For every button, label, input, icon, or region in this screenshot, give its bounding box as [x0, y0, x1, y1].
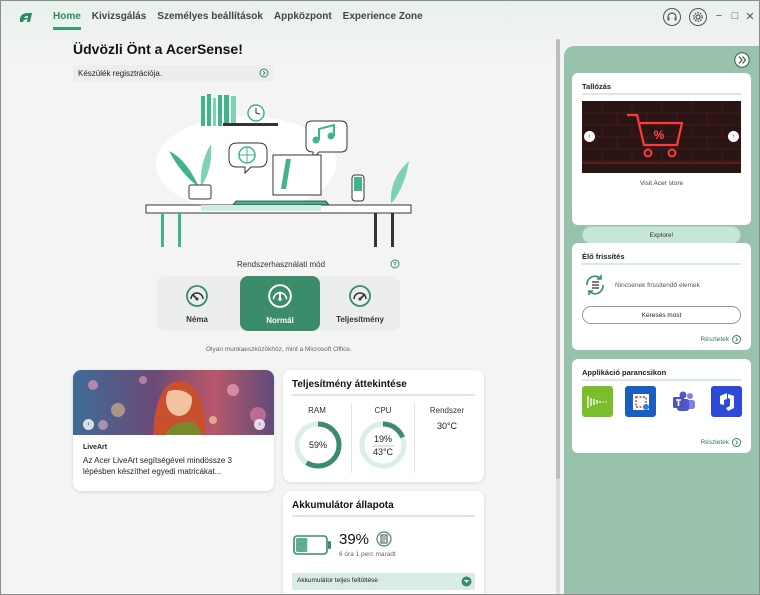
teams-icon[interactable]	[668, 386, 699, 417]
battery-status-card: Akkumulátor állapota 39% 6 óra 1 perc ma…	[283, 491, 484, 594]
details-label: Részletek	[700, 439, 729, 446]
main-scrollbar[interactable]	[556, 39, 560, 594]
mode-silent-button[interactable]: Néma	[157, 276, 237, 331]
workspace-illustration	[145, 94, 412, 247]
acer-store-banner[interactable]: %	[582, 101, 741, 173]
full-charge-label: Akkumulátor teljes feltöltése	[297, 577, 378, 584]
maximize-button[interactable]: □	[729, 10, 741, 22]
liveart-banner-image	[73, 370, 274, 435]
scrollbar-thumb[interactable]	[556, 39, 560, 479]
side-panel: Tallózás % ‹ › Visit Acer store Explore!…	[564, 46, 759, 594]
browse-title: Tallózás	[582, 82, 612, 91]
app-shortcuts-title: Applikáció parancsikon	[582, 368, 667, 377]
system-mode-selector: Néma Normál Teljesítmény	[157, 276, 400, 331]
battery-title: Akkumulátor állapota	[292, 500, 394, 511]
performance-overview-card: Teljesítmény áttekintése RAM CPU Rendsze…	[283, 370, 484, 482]
registration-label: Készülék regisztrációja.	[78, 69, 163, 78]
nav-home[interactable]: Home	[53, 11, 81, 30]
title-underline	[582, 93, 741, 95]
cpu-usage-value: 19%	[374, 434, 392, 444]
top-bar: Home Kivizsgálás Személyes beállítások A…	[1, 1, 759, 35]
chevron-down-icon[interactable]	[461, 576, 472, 587]
liveart-description: Az Acer LiveArt segítségével mindössze 3…	[83, 456, 232, 476]
close-button[interactable]: ✕	[744, 10, 756, 23]
liveart-card[interactable]: ‹ › LiveArt Az Acer LiveArt segítségével…	[73, 370, 274, 491]
title-underline	[582, 379, 741, 381]
title-underline	[582, 263, 741, 265]
banner-prev-button[interactable]: ‹	[584, 131, 595, 142]
battery-percent: 39%	[339, 531, 370, 548]
no-updates-text: Nincsenek frissítendő elemek	[615, 282, 700, 289]
mode-description: Olyan munkaeszközökhöz, mint a Microsoft…	[206, 346, 352, 353]
system-label: Rendszer	[429, 406, 465, 415]
gauge-mid-icon	[268, 283, 292, 308]
system-temp-value: 30°C	[436, 421, 458, 431]
ram-gauge: 59%	[294, 421, 342, 469]
device-registration-link[interactable]: Készülék regisztrációja.	[73, 65, 273, 82]
full-charge-bar[interactable]: Akkumulátor teljes feltöltése	[292, 573, 475, 590]
details-link[interactable]: Részletek	[700, 438, 741, 447]
mode-label: Teljesítmény	[336, 314, 384, 324]
gauge-low-icon	[186, 284, 208, 307]
title-underline	[292, 515, 475, 517]
snip-app-icon[interactable]	[625, 386, 656, 417]
headset-icon[interactable]	[663, 8, 681, 26]
main-nav: Home Kivizsgálás Személyes beállítások A…	[53, 11, 434, 30]
details-link[interactable]: Részletek	[700, 335, 741, 344]
details-label: Részletek	[700, 336, 729, 343]
azure-devops-icon[interactable]	[711, 386, 742, 417]
acersense-window: Home Kivizsgálás Személyes beállítások A…	[0, 0, 760, 595]
banner-next-button[interactable]: ›	[728, 131, 739, 142]
mode-performance-button[interactable]: Teljesítmény	[320, 276, 400, 331]
page-title: Üdvözli Önt a AcerSense!	[73, 41, 243, 57]
svg-text:?: ?	[393, 262, 397, 268]
browse-card: Tallózás % ‹ › Visit Acer store Explore!	[572, 73, 751, 244]
cpu-label: CPU	[374, 406, 392, 415]
svg-text:%: %	[654, 128, 665, 142]
liveart-tag: LiveArt	[83, 444, 108, 451]
help-icon[interactable]: ?	[390, 259, 400, 269]
explore-button[interactable]: Explore!	[582, 226, 741, 244]
minimize-button[interactable]: −	[713, 10, 725, 22]
divider	[414, 403, 415, 473]
nav-app-center[interactable]: Appközpont	[274, 11, 332, 30]
divider	[351, 403, 352, 473]
audio-app-icon[interactable]	[582, 386, 613, 417]
mode-label: Normál	[266, 315, 294, 325]
mode-normal-button[interactable]: Normál	[240, 276, 320, 331]
cpu-gauge: 19% 43°C	[359, 421, 407, 469]
ram-value: 59%	[309, 440, 327, 450]
battery-icon	[293, 535, 331, 555]
search-now-button[interactable]: Keresés most	[582, 306, 741, 324]
nav-personal-settings[interactable]: Személyes beállítások	[157, 11, 263, 30]
mode-label: Néma	[186, 314, 208, 324]
nav-experience-zone[interactable]: Experience Zone	[343, 11, 423, 30]
store-caption: Visit Acer store	[639, 180, 684, 187]
live-update-title: Élő frissítés	[582, 252, 625, 261]
carousel-prev-button[interactable]: ‹	[83, 419, 94, 430]
carousel-next-button[interactable]: ›	[254, 419, 265, 430]
ram-label: RAM	[308, 406, 326, 415]
chevron-right-icon	[259, 68, 269, 78]
system-mode-title: Rendszerhasználati mód	[237, 260, 326, 269]
performance-title: Teljesítmény áttekintése	[292, 379, 407, 390]
app-shortcuts-card: Applikáció parancsikon Részletek	[572, 359, 751, 453]
battery-remaining: 6 óra 1 perc maradt	[339, 551, 396, 558]
chevron-right-icon	[732, 438, 741, 447]
acer-logo-icon	[19, 13, 32, 22]
live-update-card: Élő frissítés Nincsenek frissítendő elem…	[572, 243, 751, 350]
refresh-list-icon	[586, 275, 604, 295]
gauge-high-icon	[349, 284, 371, 307]
nav-checkup[interactable]: Kivizsgálás	[92, 11, 146, 30]
battery-report-icon[interactable]	[376, 531, 392, 547]
gear-icon[interactable]	[689, 8, 707, 26]
title-underline	[292, 394, 475, 396]
collapse-panel-icon[interactable]	[734, 52, 750, 68]
cpu-temp-value: 43°C	[373, 447, 394, 457]
chevron-right-icon	[732, 335, 741, 344]
